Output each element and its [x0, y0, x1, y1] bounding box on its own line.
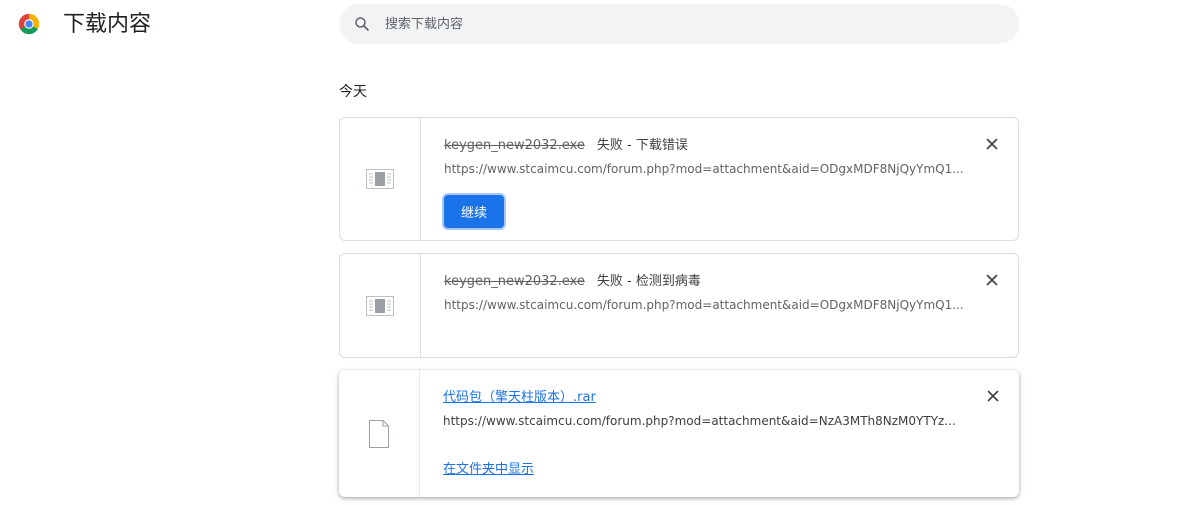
close-icon[interactable] — [986, 274, 998, 286]
close-icon[interactable] — [987, 390, 999, 402]
page-title: 下载内容 — [63, 12, 152, 37]
remove-button[interactable] — [982, 270, 1002, 290]
file-icon-column — [340, 254, 421, 357]
blocked-file-icon — [366, 169, 394, 189]
download-url: https://www.stcaimcu.com/forum.php?mod=a… — [444, 162, 964, 176]
file-name: keygen_new2032.exe — [444, 274, 585, 289]
download-item: 代码包（擎天柱版本）.rar https://www.stcaimcu.com/… — [339, 370, 1019, 497]
blocked-file-icon — [366, 296, 394, 316]
download-name-row: keygen_new2032.exe 失败 - 下载错误 — [444, 134, 688, 153]
remove-button[interactable] — [983, 386, 1003, 406]
download-item: keygen_new2032.exe 失败 - 下载错误 https://www.… — [339, 117, 1019, 241]
remove-button[interactable] — [982, 134, 1002, 154]
download-name-row: keygen_new2032.exe 失败 - 检测到病毒 — [444, 270, 701, 289]
file-name-link[interactable]: 代码包（擎天柱版本）.rar — [443, 390, 596, 405]
file-icon-column — [340, 118, 421, 240]
date-group-header: 今天 — [339, 84, 367, 100]
download-status: 失败 - 下载错误 — [596, 138, 688, 153]
search-icon[interactable] — [353, 15, 371, 33]
download-url: https://www.stcaimcu.com/forum.php?mod=a… — [443, 414, 956, 428]
search-input[interactable] — [385, 4, 985, 44]
download-url: https://www.stcaimcu.com/forum.php?mod=a… — [444, 298, 964, 312]
file-icon — [369, 420, 389, 448]
close-icon[interactable] — [986, 138, 998, 150]
chrome-logo-icon — [18, 13, 40, 35]
file-name: keygen_new2032.exe — [444, 138, 585, 153]
download-status: 失败 - 检测到病毒 — [596, 274, 701, 289]
show-in-folder-link[interactable]: 在文件夹中显示 — [443, 458, 534, 477]
search-bar[interactable] — [339, 4, 1019, 44]
resume-button[interactable]: 继续 — [444, 195, 504, 228]
download-name-row: 代码包（擎天柱版本）.rar — [443, 386, 596, 405]
file-icon-column — [339, 370, 420, 497]
download-item: keygen_new2032.exe 失败 - 检测到病毒 https://www… — [339, 253, 1019, 358]
